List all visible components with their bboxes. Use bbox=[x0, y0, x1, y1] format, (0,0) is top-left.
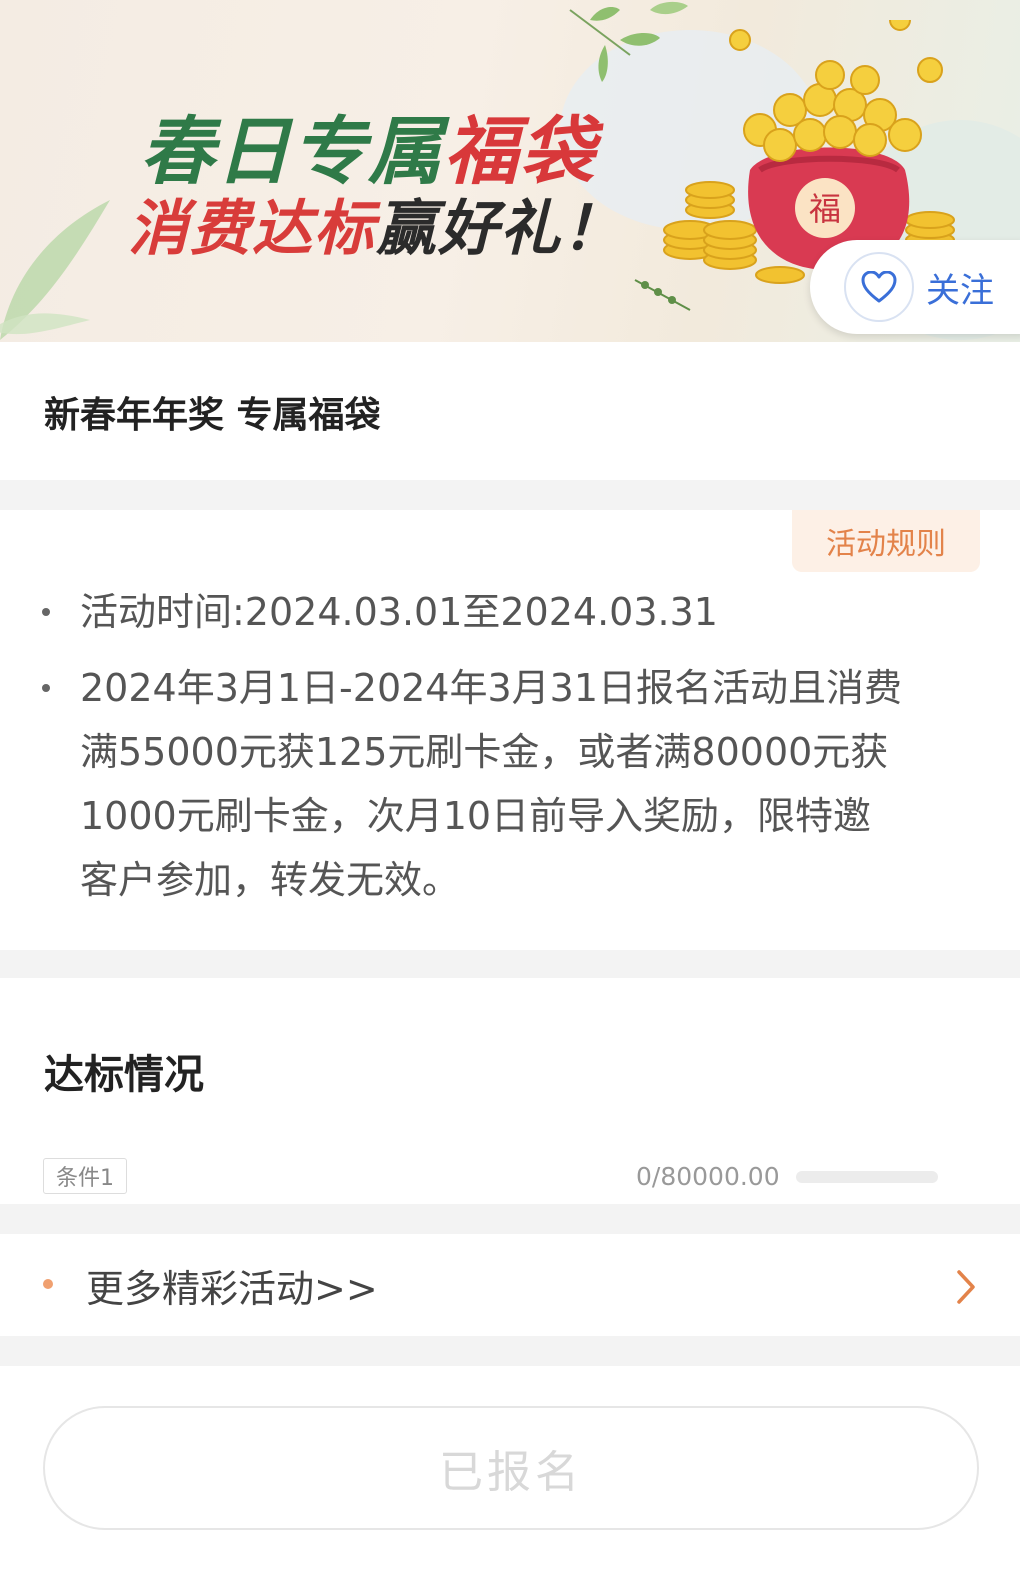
signed-up-button[interactable]: 已报名 bbox=[43, 1406, 979, 1530]
follow-label: 关注 bbox=[926, 270, 994, 311]
progress-bar bbox=[796, 1171, 938, 1183]
condition-tag: 条件1 bbox=[43, 1158, 127, 1194]
progress-text: 0/80000.00 bbox=[636, 1162, 780, 1191]
status-title: 达标情况 bbox=[44, 1052, 204, 1098]
rule-item-detail-line: 1000元刷卡金，次月10日前导入奖励，限特邀 bbox=[80, 794, 872, 838]
banner-subheadline-red: 消费达标 bbox=[128, 194, 376, 264]
follow-button[interactable]: 关注 bbox=[810, 240, 1020, 334]
banner-subheadline-dark: 赢好礼！ bbox=[376, 194, 624, 264]
rule-item-detail-line: 2024年3月1日-2024年3月31日报名活动且消费 bbox=[80, 666, 903, 710]
page-title: 新春年年奖 专属福袋 bbox=[44, 395, 381, 436]
svg-text:福: 福 bbox=[809, 190, 841, 228]
chevron-right-icon[interactable] bbox=[954, 1268, 978, 1306]
dot-icon bbox=[43, 1279, 53, 1289]
activity-rules-button[interactable]: 活动规则 bbox=[792, 510, 980, 572]
rule-item-detail-line: 满55000元获125元刷卡金，或者满80000元获 bbox=[80, 730, 889, 774]
heart-icon-wrap bbox=[844, 252, 914, 322]
heart-icon bbox=[861, 271, 897, 303]
rule-item-time: 活动时间:2024.03.01至2024.03.31 bbox=[80, 590, 718, 634]
leaf-decoration-icon bbox=[0, 200, 110, 340]
bullet-icon bbox=[42, 684, 50, 692]
bullet-icon bbox=[42, 608, 50, 616]
more-activities-link[interactable]: 更多精彩活动>> bbox=[86, 1258, 378, 1313]
rule-item-detail-line: 客户参加，转发无效。 bbox=[80, 858, 461, 902]
banner-subheadline: 消费达标赢好礼！ bbox=[128, 180, 624, 267]
